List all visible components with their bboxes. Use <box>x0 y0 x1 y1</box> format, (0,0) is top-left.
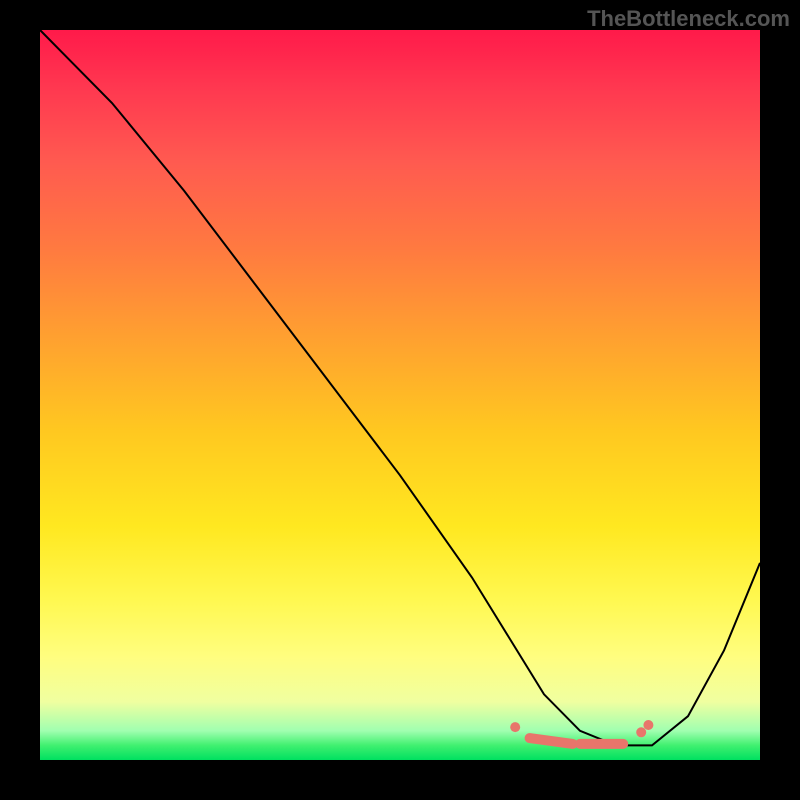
chart-svg <box>40 30 760 760</box>
marker-dot <box>510 722 520 732</box>
marker-segment <box>530 738 573 744</box>
marker-dot <box>636 727 646 737</box>
curve-line <box>40 30 760 745</box>
watermark: TheBottleneck.com <box>587 6 790 32</box>
marker-dot <box>643 720 653 730</box>
plot-area <box>40 30 760 760</box>
